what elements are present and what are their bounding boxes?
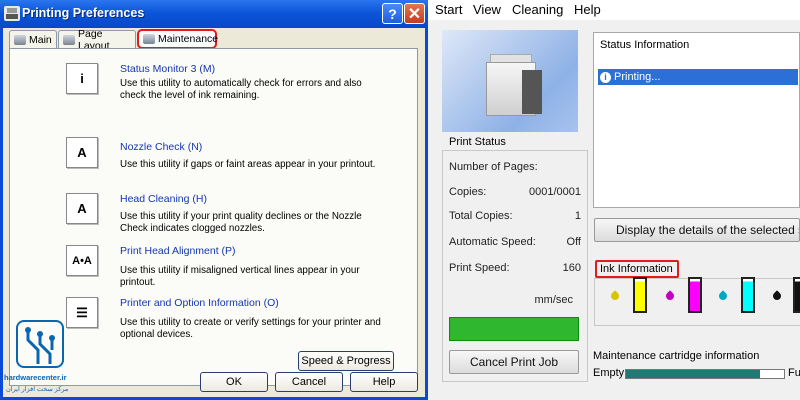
head-cleaning-icon[interactable]: A <box>66 193 98 224</box>
status-item-printing[interactable]: i Printing... <box>598 69 798 85</box>
magenta-ink-tank <box>688 277 702 313</box>
printer-option-info-desc: Use this utility to create or verify set… <box>120 317 381 340</box>
print-status-title: Print Status <box>446 136 509 148</box>
speed-unit: mm/sec <box>534 294 574 306</box>
help-title-button[interactable]: ? <box>382 3 403 24</box>
status-monitor-desc: Use this utility to automatically check … <box>120 78 362 101</box>
close-button[interactable]: ✕ <box>404 3 425 24</box>
cancel-button[interactable]: Cancel <box>275 372 343 392</box>
maintenance-full-label: Full <box>788 367 800 379</box>
tab-maintenance-label: Maintenance <box>158 33 219 45</box>
menu-bar: Start View Cleaning Help <box>428 0 800 20</box>
watermark-site: hardwarecenter.ir <box>4 373 67 382</box>
hardwarecenter-logo <box>10 320 70 374</box>
print-speed-value: 160 <box>562 262 581 274</box>
printer-icon <box>4 6 20 21</box>
maintenance-cartridge-label: Maintenance cartridge information <box>593 350 760 362</box>
printer-side <box>522 70 542 114</box>
number-of-pages-label: Number of Pages: <box>449 161 538 173</box>
maintenance-level-fill <box>626 370 760 378</box>
nozzle-check-icon[interactable]: A <box>66 137 98 168</box>
status-item-label: Printing... <box>614 71 661 83</box>
print-head-alignment-title: Print Head Alignment (P) <box>120 245 236 257</box>
menu-start[interactable]: Start <box>435 2 462 17</box>
copies-value: 0001/0001 <box>529 186 581 198</box>
nozzle-check-title: Nozzle Check (N) <box>120 141 203 153</box>
info-icon: i <box>600 71 611 83</box>
cyan-ink-tank <box>741 277 755 313</box>
circuit-icon <box>25 327 55 364</box>
yellow-ink-tank <box>633 277 647 313</box>
status-information-header: Status Information <box>600 39 690 51</box>
menu-cleaning[interactable]: Cleaning <box>512 2 563 17</box>
help-button[interactable]: Help <box>350 372 418 392</box>
ok-button[interactable]: OK <box>200 372 268 392</box>
dialog-title: Printing Preferences <box>22 6 145 20</box>
printer-option-info-icon[interactable]: ☰ <box>66 297 98 328</box>
status-information-list: Status Information i Printing... <box>593 32 800 208</box>
automatic-speed-value: Off <box>566 236 581 248</box>
menu-help[interactable]: Help <box>574 2 601 17</box>
head-cleaning-desc: Use this utility if your print quality d… <box>120 211 362 234</box>
page-layout-tab-icon <box>63 34 75 45</box>
print-speed-label: Print Speed: <box>449 262 510 274</box>
maintenance-panel: i Status Monitor 3 (M) Use this utility … <box>9 48 418 386</box>
speed-progress-button[interactable]: Speed & Progress <box>298 351 394 371</box>
dialog-titlebar: Printing Preferences ? ✕ <box>0 0 428 28</box>
main-tab-icon <box>14 34 26 45</box>
head-cleaning-title: Head Cleaning (H) <box>120 193 207 205</box>
status-monitor-title: Status Monitor 3 (M) <box>120 63 216 75</box>
tab-main-label: Main <box>29 33 52 46</box>
watermark-subtitle: مرکز سخت افزار ایران <box>6 386 69 393</box>
black-ink-tank <box>793 277 800 313</box>
total-copies-label: Total Copies: <box>449 210 513 222</box>
print-progress-bar <box>449 317 579 341</box>
maintenance-level-bar <box>625 369 785 379</box>
print-head-alignment-icon[interactable]: A•A <box>66 245 98 276</box>
printer-image <box>442 30 578 132</box>
display-details-button[interactable]: Display the details of the selected stat… <box>594 218 800 242</box>
maintenance-empty-label: Empty <box>593 367 625 379</box>
print-head-alignment-desc: Use this utility if misaligned vertical … <box>120 265 360 288</box>
status-monitor-window: Print Status Number of Pages: Copies: 00… <box>428 20 800 400</box>
tab-maintenance[interactable]: Maintenance <box>137 29 219 49</box>
maintenance-tab-icon <box>143 34 155 44</box>
ink-information-label: Ink Information <box>595 260 679 278</box>
menu-view[interactable]: View <box>473 2 501 17</box>
printer-option-info-title: Printer and Option Information (O) <box>120 297 279 309</box>
tab-page-layout[interactable]: Page Layout <box>58 28 136 52</box>
automatic-speed-label: Automatic Speed: <box>449 236 536 248</box>
total-copies-value: 1 <box>574 210 581 222</box>
nozzle-check-desc: Use this utility if gaps or faint areas … <box>120 159 376 170</box>
status-monitor-icon[interactable]: i <box>66 63 98 94</box>
cancel-print-job-button[interactable]: Cancel Print Job <box>449 350 579 374</box>
tab-main[interactable]: Main <box>9 30 57 48</box>
copies-label: Copies: <box>449 186 487 198</box>
